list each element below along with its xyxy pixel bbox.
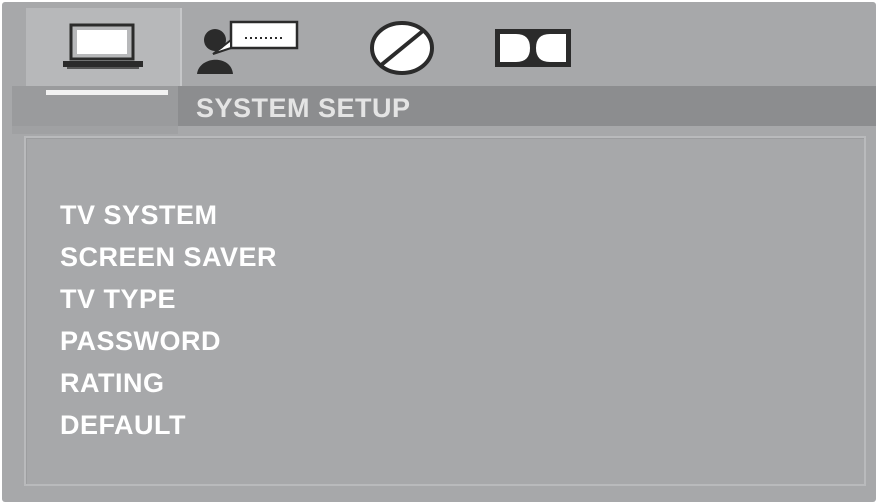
menu-item-screen-saver[interactable]: SCREEN SAVER <box>60 236 277 278</box>
dolby-logo-icon <box>495 29 571 67</box>
system-setup-menu: TV SYSTEM SCREEN SAVER TV TYPE PASSWORD … <box>60 194 277 446</box>
active-tab-connector-lower <box>12 126 178 134</box>
language-speaker-icon <box>197 20 299 74</box>
active-tab-indicator <box>46 90 168 95</box>
menu-item-password[interactable]: PASSWORD <box>60 320 277 362</box>
menu-item-tv-type[interactable]: TV TYPE <box>60 278 277 320</box>
osd-screen: SYSTEM SETUP TV SYSTEM SCREEN SAVER TV T… <box>2 2 876 502</box>
audio-disc-icon <box>370 21 434 75</box>
menu-item-rating[interactable]: RATING <box>60 362 277 404</box>
menu-item-default[interactable]: DEFAULT <box>60 404 277 446</box>
tab-audio-setup[interactable] <box>354 8 450 88</box>
page-title: SYSTEM SETUP <box>196 93 411 123</box>
menu-item-tv-system[interactable]: TV SYSTEM <box>60 194 277 236</box>
tab-language-setup[interactable] <box>188 8 306 88</box>
tab-system-setup[interactable] <box>26 8 182 88</box>
setup-tab-bar <box>2 2 876 88</box>
tab-dolby-setup[interactable] <box>478 8 588 88</box>
tv-monitor-icon <box>63 23 143 69</box>
